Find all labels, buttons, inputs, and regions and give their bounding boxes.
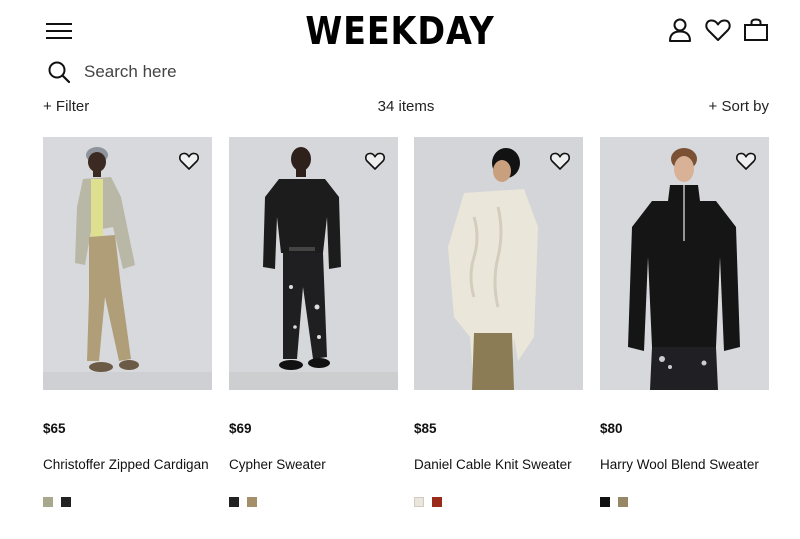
color-swatch[interactable] [43,497,53,507]
color-swatches [414,497,583,507]
listing-toolbar: + Filter 34 items + Sort by [43,98,769,118]
search-input[interactable] [84,62,384,82]
product-name[interactable]: Christoffer Zipped Cardigan [43,456,212,492]
bag-icon[interactable] [742,16,770,44]
product-image[interactable] [414,137,583,390]
product-price: $65 [43,421,66,436]
product-photo-wool-blend [600,137,769,390]
product-name[interactable]: Harry Wool Blend Sweater [600,456,769,492]
color-swatch[interactable] [61,497,71,507]
product-card[interactable]: $80 Harry Wool Blend Sweater [600,137,769,507]
product-image[interactable] [600,137,769,390]
color-swatch[interactable] [414,497,424,507]
product-price: $80 [600,421,623,436]
color-swatches [43,497,212,507]
wishlist-heart-icon[interactable] [549,150,571,172]
menu-icon[interactable] [46,20,74,42]
items-count: 34 items [377,98,435,115]
product-photo-sweater [229,137,398,390]
brand-logo[interactable]: WEEKDAY [48,9,752,53]
filter-button[interactable]: + Filter [43,98,89,115]
header-actions [666,16,770,44]
color-swatch[interactable] [247,497,257,507]
color-swatch[interactable] [618,497,628,507]
wishlist-heart-icon[interactable] [364,150,386,172]
product-name[interactable]: Daniel Cable Knit Sweater [414,456,583,492]
product-card[interactable]: $85 Daniel Cable Knit Sweater [414,137,583,507]
product-price: $69 [229,421,252,436]
heart-icon[interactable] [704,16,732,44]
color-swatch[interactable] [600,497,610,507]
color-swatches [229,497,398,507]
sort-button[interactable]: + Sort by [709,98,769,115]
color-swatches [600,497,769,507]
search-bar [46,59,384,85]
wishlist-heart-icon[interactable] [178,150,200,172]
product-price: $85 [414,421,437,436]
product-card[interactable]: $65 Christoffer Zipped Cardigan [43,137,212,507]
product-photo-cable-knit [414,137,583,390]
wishlist-heart-icon[interactable] [735,150,757,172]
product-photo-cardigan [43,137,212,390]
account-icon[interactable] [666,16,694,44]
color-swatch[interactable] [432,497,442,507]
product-name[interactable]: Cypher Sweater [229,456,398,492]
site-header: WEEKDAY [0,0,800,60]
product-image[interactable] [43,137,212,390]
search-icon[interactable] [46,59,72,85]
color-swatch[interactable] [229,497,239,507]
product-image[interactable] [229,137,398,390]
product-card[interactable]: $69 Cypher Sweater [229,137,398,507]
